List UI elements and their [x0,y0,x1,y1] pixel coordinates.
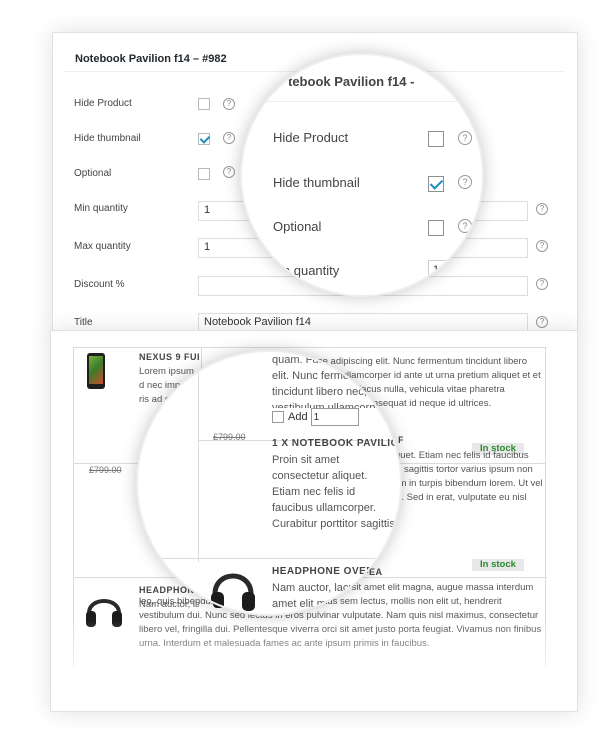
magnifier-lens-top: tebook Pavilion f14 - Hide Product ? Hid… [242,55,482,295]
help-icon[interactable]: ? [536,240,548,252]
help-icon[interactable]: ? [223,98,235,110]
title-label: Title [74,317,93,328]
help-icon[interactable]: ? [458,131,472,145]
zoomed-grid-row-line [138,558,400,559]
hide-product-checkbox[interactable] [198,98,210,110]
max-quantity-label: Max quantity [74,241,131,252]
zoomed-add-quantity-input[interactable]: 1 [310,408,359,426]
help-icon[interactable]: ? [223,166,235,178]
hide-thumbnail-label: Hide thumbnail [74,133,141,144]
help-icon[interactable]: ? [458,219,472,233]
tablet-icon [87,353,105,389]
magnified-settings: tebook Pavilion f14 - Hide Product ? Hid… [242,55,482,295]
zoomed-grid-divider [198,352,199,562]
zoomed-hide-thumbnail-label: Hide thumbnail [273,175,360,190]
grid-border-top [73,347,547,348]
zoomed-title: tebook Pavilion f14 - [288,74,415,89]
hide-product-label: Hide Product [74,98,132,109]
zoomed-hide-product-label: Hide Product [273,130,349,145]
zoomed-add-checkbox[interactable] [272,411,284,423]
zoomed-old-price: £799.00 [213,432,246,442]
min-quantity-label: Min quantity [74,203,128,214]
discount-label: Discount % [74,279,125,290]
zoomed-divider [242,101,482,102]
panel-title: Notebook Pavilion f14 – #982 [75,53,227,65]
help-icon[interactable]: ? [223,132,235,144]
zoomed-hide-product-checkbox[interactable] [428,131,444,147]
zoomed-product-description: Nam auctor, lacus sit amet elit magna, a… [272,582,387,610]
headphones-icon [211,573,255,611]
help-icon[interactable]: ? [536,203,548,215]
zoomed-product-description: Proin sit amet consectetur aliquet. Etia… [272,454,395,530]
optional-label: Optional [74,168,112,179]
zoomed-hide-thumbnail-checkbox[interactable] [428,176,444,192]
help-icon[interactable]: ? [536,316,548,328]
zoomed-add-label: Add [288,410,308,423]
magnified-product-list: £799.00 1 X NOTEBOOK PAVILION F14 Proin … [138,352,400,614]
optional-checkbox[interactable] [198,168,210,180]
zoomed-optional-label: Optional [273,219,322,234]
magnifier-lens-bottom: £799.00 1 X NOTEBOOK PAVILION F14 Proin … [138,352,400,614]
zoomed-add-control: Add 1 [272,408,359,426]
hide-thumbnail-checkbox[interactable] [198,133,210,145]
zoomed-product-title: 1 X NOTEBOOK PAVILION F14 [272,438,400,449]
zoomed-product-description: quam. Fusce adipiscing elit. Nunc fermen… [272,354,388,408]
old-price: £799.00 [89,465,122,475]
grid-border-left [73,347,74,667]
stock-status-badge: In stock [472,559,524,571]
help-icon[interactable]: ? [536,278,548,290]
help-icon[interactable]: ? [458,175,472,189]
zoomed-min-quantity-input[interactable]: 1 [428,260,482,282]
zoomed-optional-checkbox[interactable] [428,220,444,236]
zoomed-min-quantity-label: in quantity [280,263,340,278]
bottom-fade [51,621,577,711]
zoomed-product-title: HEADPHONE OVER-EAR [272,566,400,577]
grid-border-right [545,347,546,667]
